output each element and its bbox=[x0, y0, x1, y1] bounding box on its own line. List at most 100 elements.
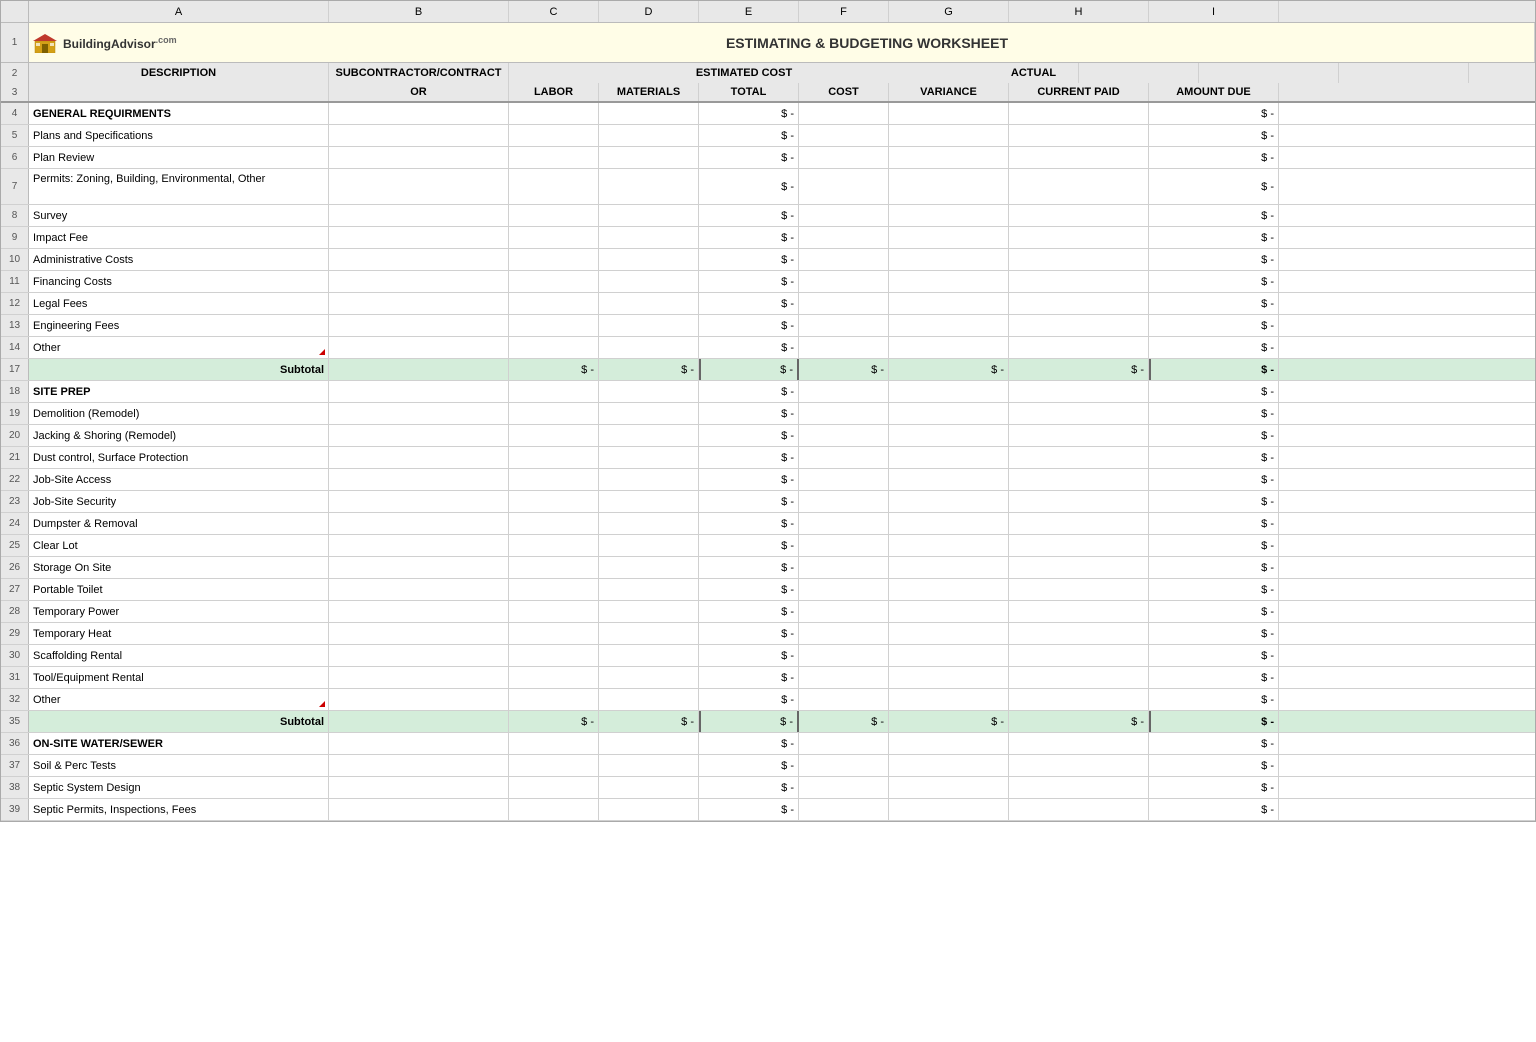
variance-cell[interactable] bbox=[889, 535, 1009, 556]
actual-cost-cell[interactable] bbox=[799, 205, 889, 226]
description-cell[interactable]: Subtotal bbox=[29, 711, 329, 732]
description-cell[interactable]: Engineering Fees bbox=[29, 315, 329, 336]
labor-cell[interactable] bbox=[509, 425, 599, 446]
subcontractor-cell[interactable] bbox=[329, 711, 509, 732]
variance-cell[interactable] bbox=[889, 249, 1009, 270]
amount-due-cell[interactable]: $ - bbox=[1149, 557, 1279, 578]
total-cell[interactable]: $ - bbox=[699, 557, 799, 578]
description-cell[interactable]: Temporary Heat bbox=[29, 623, 329, 644]
description-cell[interactable]: Other bbox=[29, 337, 329, 358]
total-cell[interactable]: $ - bbox=[699, 103, 799, 124]
actual-cost-cell[interactable] bbox=[799, 425, 889, 446]
total-cell[interactable]: $ - bbox=[699, 359, 799, 380]
labor-cell[interactable] bbox=[509, 249, 599, 270]
variance-cell[interactable] bbox=[889, 777, 1009, 798]
amount-due-cell[interactable]: $ - bbox=[1149, 645, 1279, 666]
labor-cell[interactable] bbox=[509, 557, 599, 578]
description-cell[interactable]: Storage On Site bbox=[29, 557, 329, 578]
amount-due-cell[interactable]: $ - bbox=[1149, 711, 1279, 732]
variance-cell[interactable] bbox=[889, 403, 1009, 424]
subcontractor-cell[interactable] bbox=[329, 491, 509, 512]
labor-cell[interactable] bbox=[509, 601, 599, 622]
labor-cell[interactable] bbox=[509, 733, 599, 754]
amount-due-cell[interactable]: $ - bbox=[1149, 249, 1279, 270]
variance-cell[interactable] bbox=[889, 689, 1009, 710]
amount-due-cell[interactable]: $ - bbox=[1149, 337, 1279, 358]
materials-cell[interactable] bbox=[599, 227, 699, 248]
subcontractor-cell[interactable] bbox=[329, 403, 509, 424]
variance-cell[interactable] bbox=[889, 271, 1009, 292]
description-cell[interactable]: Legal Fees bbox=[29, 293, 329, 314]
current-paid-cell[interactable] bbox=[1009, 667, 1149, 688]
amount-due-cell[interactable]: $ - bbox=[1149, 271, 1279, 292]
description-cell[interactable]: Jacking & Shoring (Remodel) bbox=[29, 425, 329, 446]
labor-cell[interactable] bbox=[509, 667, 599, 688]
variance-cell[interactable] bbox=[889, 293, 1009, 314]
total-cell[interactable]: $ - bbox=[699, 711, 799, 732]
labor-cell[interactable] bbox=[509, 755, 599, 776]
description-cell[interactable]: Survey bbox=[29, 205, 329, 226]
current-paid-cell[interactable] bbox=[1009, 601, 1149, 622]
actual-cost-cell[interactable] bbox=[799, 125, 889, 146]
variance-cell[interactable] bbox=[889, 315, 1009, 336]
subcontractor-cell[interactable] bbox=[329, 513, 509, 534]
total-cell[interactable]: $ - bbox=[699, 249, 799, 270]
variance-cell[interactable] bbox=[889, 381, 1009, 402]
current-paid-cell[interactable] bbox=[1009, 125, 1149, 146]
actual-cost-cell[interactable] bbox=[799, 447, 889, 468]
materials-cell[interactable] bbox=[599, 315, 699, 336]
materials-cell[interactable]: $ - bbox=[599, 359, 699, 380]
description-cell[interactable]: Impact Fee bbox=[29, 227, 329, 248]
amount-due-cell[interactable]: $ - bbox=[1149, 513, 1279, 534]
materials-cell[interactable] bbox=[599, 777, 699, 798]
subcontractor-cell[interactable] bbox=[329, 447, 509, 468]
variance-cell[interactable] bbox=[889, 337, 1009, 358]
current-paid-cell[interactable] bbox=[1009, 777, 1149, 798]
labor-cell[interactable] bbox=[509, 227, 599, 248]
amount-due-cell[interactable]: $ - bbox=[1149, 381, 1279, 402]
current-paid-cell[interactable] bbox=[1009, 689, 1149, 710]
amount-due-cell[interactable]: $ - bbox=[1149, 227, 1279, 248]
materials-cell[interactable] bbox=[599, 601, 699, 622]
actual-cost-cell[interactable] bbox=[799, 623, 889, 644]
variance-cell[interactable]: $ - bbox=[889, 359, 1009, 380]
current-paid-cell[interactable] bbox=[1009, 293, 1149, 314]
labor-cell[interactable] bbox=[509, 293, 599, 314]
total-cell[interactable]: $ - bbox=[699, 799, 799, 820]
current-paid-cell[interactable] bbox=[1009, 799, 1149, 820]
materials-cell[interactable] bbox=[599, 147, 699, 168]
labor-cell[interactable] bbox=[509, 125, 599, 146]
amount-due-cell[interactable]: $ - bbox=[1149, 667, 1279, 688]
subcontractor-cell[interactable] bbox=[329, 799, 509, 820]
subcontractor-cell[interactable] bbox=[329, 249, 509, 270]
actual-cost-cell[interactable] bbox=[799, 733, 889, 754]
description-cell[interactable]: Job-Site Access bbox=[29, 469, 329, 490]
total-cell[interactable]: $ - bbox=[699, 513, 799, 534]
variance-cell[interactable] bbox=[889, 513, 1009, 534]
description-cell[interactable]: Administrative Costs bbox=[29, 249, 329, 270]
variance-cell[interactable] bbox=[889, 205, 1009, 226]
current-paid-cell[interactable] bbox=[1009, 755, 1149, 776]
subcontractor-cell[interactable] bbox=[329, 315, 509, 336]
actual-cost-cell[interactable]: $ - bbox=[799, 359, 889, 380]
total-cell[interactable]: $ - bbox=[699, 733, 799, 754]
labor-cell[interactable] bbox=[509, 447, 599, 468]
actual-cost-cell[interactable]: $ - bbox=[799, 711, 889, 732]
current-paid-cell[interactable] bbox=[1009, 147, 1149, 168]
labor-cell[interactable] bbox=[509, 337, 599, 358]
description-cell[interactable]: Temporary Power bbox=[29, 601, 329, 622]
total-cell[interactable]: $ - bbox=[699, 447, 799, 468]
subcontractor-cell[interactable] bbox=[329, 557, 509, 578]
total-cell[interactable]: $ - bbox=[699, 293, 799, 314]
materials-cell[interactable] bbox=[599, 755, 699, 776]
materials-cell[interactable] bbox=[599, 645, 699, 666]
description-cell[interactable]: Subtotal bbox=[29, 359, 329, 380]
actual-cost-cell[interactable] bbox=[799, 579, 889, 600]
labor-cell[interactable] bbox=[509, 381, 599, 402]
actual-cost-cell[interactable] bbox=[799, 103, 889, 124]
subcontractor-cell[interactable] bbox=[329, 425, 509, 446]
materials-cell[interactable] bbox=[599, 579, 699, 600]
subcontractor-cell[interactable] bbox=[329, 623, 509, 644]
materials-cell[interactable] bbox=[599, 249, 699, 270]
total-cell[interactable]: $ - bbox=[699, 337, 799, 358]
